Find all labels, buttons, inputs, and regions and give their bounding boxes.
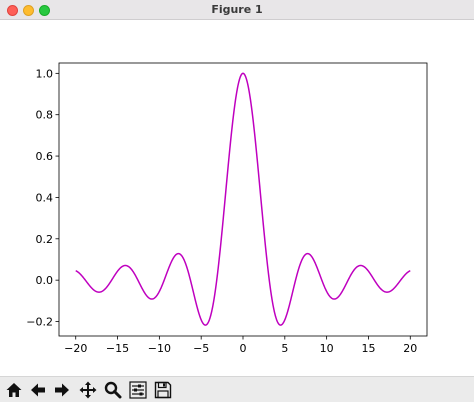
y-tick-label: −0.2 bbox=[26, 316, 53, 329]
y-tick-label: 0.2 bbox=[36, 233, 54, 246]
y-tick-label: 1.0 bbox=[36, 67, 54, 80]
x-tick-label: 10 bbox=[320, 342, 334, 355]
x-tick-label: −5 bbox=[193, 342, 209, 355]
pan-button[interactable] bbox=[78, 380, 98, 400]
axes: −20 −15 −10 −5 0 5 10 15 20 −0.2 0.0 0.2 0.4 0.6 0.8 1.… bbox=[26, 62, 428, 355]
y-tick-label: 0.8 bbox=[36, 109, 54, 122]
navigation-toolbar bbox=[0, 376, 474, 402]
figure-canvas[interactable]: −20 −15 −10 −5 0 5 10 15 20 −0.2 0.0 0.2 0.4 0.6 0.8 1.… bbox=[0, 20, 474, 376]
pan-move-icon bbox=[79, 381, 97, 399]
forward-button[interactable] bbox=[52, 380, 72, 400]
save-floppy-icon bbox=[154, 381, 172, 399]
window-title: Figure 1 bbox=[211, 3, 263, 16]
x-tick-label: 5 bbox=[281, 342, 288, 355]
plot-area[interactable]: −20 −15 −10 −5 0 5 10 15 20 −0.2 0.0 0.2 0.4 0.6 0.8 1.… bbox=[0, 20, 474, 376]
x-tick-label: −10 bbox=[148, 342, 171, 355]
x-tick-label: 20 bbox=[403, 342, 417, 355]
y-tick-label: 0.6 bbox=[36, 150, 54, 163]
home-button[interactable] bbox=[4, 380, 24, 400]
configure-subplots-button[interactable] bbox=[128, 380, 148, 400]
y-tick-label: 0.0 bbox=[36, 274, 54, 287]
configure-subplots-icon bbox=[129, 381, 147, 399]
figure-window: Figure 1 −20 −15 −10 −5 0 5 10 15 20 −0.2 0.0 0.2 0.… bbox=[0, 0, 474, 402]
axes-frame bbox=[58, 62, 428, 337]
series-line-0 bbox=[75, 72, 411, 326]
x-tick-label: −15 bbox=[106, 342, 129, 355]
x-tick-label: −20 bbox=[64, 342, 87, 355]
back-arrow-icon bbox=[31, 383, 45, 397]
save-button[interactable] bbox=[153, 380, 173, 400]
x-tick-label: 15 bbox=[361, 342, 375, 355]
back-button[interactable] bbox=[28, 380, 48, 400]
title-bar[interactable]: Figure 1 bbox=[0, 0, 474, 20]
home-icon bbox=[6, 383, 22, 397]
zoom-magnifier-icon bbox=[104, 381, 122, 399]
zoom-button[interactable] bbox=[103, 380, 123, 400]
x-tick-label: 0 bbox=[240, 342, 247, 355]
forward-arrow-icon bbox=[55, 383, 69, 397]
y-tick-label: 0.4 bbox=[36, 191, 54, 204]
